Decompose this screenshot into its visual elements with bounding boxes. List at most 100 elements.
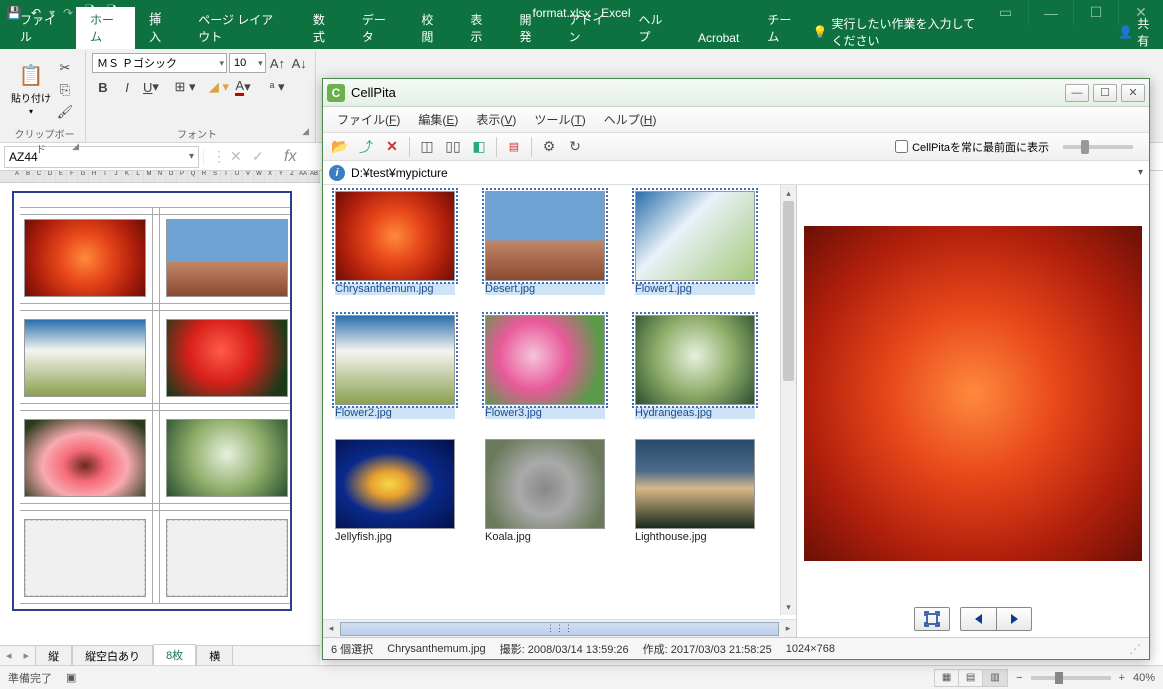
zoom-slider[interactable] [1031,676,1111,680]
tab-formulas[interactable]: 数式 [299,7,348,49]
current-path[interactable]: D:¥test¥mypicture [351,166,448,180]
thumb-size-slider[interactable] [1063,145,1133,149]
close-icon[interactable]: ✕ [1121,84,1145,102]
sheet-image-empty-7[interactable] [25,520,145,596]
thumbnail-item[interactable]: Koala.jpg [485,439,605,543]
tab-review[interactable]: 校閲 [407,7,456,49]
enter-icon[interactable]: ✓ [252,148,270,165]
fill-color-icon[interactable]: ◢ ▾ [208,77,230,97]
normal-view-icon[interactable]: ▦ [935,670,959,686]
font-name-combo[interactable]: ＭＳ Ｐゴシック▾ [92,53,227,73]
bold-button[interactable]: B [92,77,114,97]
sheet-tab[interactable]: 横 [196,645,233,665]
prev-button[interactable] [960,607,996,631]
scroll-up-icon[interactable]: ▴ [781,185,796,201]
sheet-image-5[interactable] [25,420,145,496]
tell-me-search[interactable]: 💡 実行したい作業を入力してください [813,15,983,49]
menu-help[interactable]: ヘルプ(H) [604,111,657,128]
layout-3-icon[interactable]: ◧ [468,136,490,158]
tab-insert[interactable]: 挿入 [135,7,184,49]
fx-icon[interactable]: fx [278,148,302,166]
cellpita-titlebar[interactable]: C CellPita — ☐ ✕ [323,79,1149,107]
scroll-thumb[interactable]: ⋮⋮⋮ [340,622,779,636]
zoom-level[interactable]: 40% [1133,672,1155,684]
parent-folder-icon[interactable]: ⤴ [355,136,377,158]
resize-grip-icon[interactable]: ⋰ [1129,642,1141,656]
always-on-top-checkbox[interactable] [895,140,908,153]
tab-data[interactable]: データ [348,7,408,49]
thumbnail-item[interactable]: Flower1.jpg [635,191,755,295]
cut-icon[interactable]: ✂ [54,58,76,78]
menu-view[interactable]: 表示(V) [476,111,516,128]
scroll-right-icon[interactable]: ▸ [780,623,796,634]
refresh-icon[interactable]: ↻ [564,136,586,158]
thumbnail-item[interactable]: Desert.jpg [485,191,605,295]
split-icon[interactable]: ⋮ [212,148,226,165]
phonetic-icon[interactable]: ᵃ ▾ [266,77,288,97]
copy-icon[interactable]: ⎘ [54,80,76,100]
worksheet-grid[interactable]: ABCDEFGHIJKLMNOPQRSTUVWXYZAAAB ◂ ▸ 縦 縦空白… [0,171,320,665]
sheet-image-3[interactable] [25,320,145,396]
sheet-tab[interactable]: 縦空白あり [72,645,153,665]
paste-button[interactable]: 📋 貼り付け ▾ [10,63,52,116]
horizontal-scrollbar[interactable]: ◂ ⋮⋮⋮ ▸ [323,619,796,637]
zoom-in-icon[interactable]: + [1119,672,1125,684]
vertical-scrollbar[interactable]: ▴ ▾ [780,185,796,615]
thumbnail-item[interactable]: Hydrangeas.jpg [635,315,755,419]
thumbnail-item[interactable]: Flower2.jpg [335,315,455,419]
next-button[interactable] [996,607,1032,631]
layout-1-icon[interactable]: ◫ [416,136,438,158]
fit-button[interactable] [914,607,950,631]
italic-button[interactable]: I [116,77,138,97]
border-icon[interactable]: ⊞ ▾ [174,77,196,97]
pdf-icon[interactable]: ▤ [503,136,525,158]
tab-file[interactable]: ファイル [6,7,76,49]
open-folder-icon[interactable]: 📂 [329,136,351,158]
underline-button[interactable]: U ▾ [140,77,162,97]
thumbnail-item[interactable]: Jellyfish.jpg [335,439,455,543]
cancel-icon[interactable]: ✕ [230,148,248,165]
tab-help[interactable]: ヘルプ [624,7,684,49]
menu-tool[interactable]: ツール(T) [534,111,585,128]
page-layout-view-icon[interactable]: ▤ [959,670,983,686]
sheet-tab[interactable]: 縦 [35,645,72,665]
layout-2-icon[interactable]: ▯▯ [442,136,464,158]
tab-view[interactable]: 表示 [456,7,505,49]
dialog-launcher-icon[interactable]: ◢ [72,141,79,152]
sheet-image-2[interactable] [167,220,287,296]
maximize-icon[interactable]: ☐ [1093,84,1117,102]
menu-edit[interactable]: 編集(E) [418,111,458,128]
sheet-image-empty-8[interactable] [167,520,287,596]
sheet-nav-last-icon[interactable]: ▸ [18,649,36,662]
tab-acrobat[interactable]: Acrobat [684,27,753,49]
tab-page-layout[interactable]: ページ レイアウト [184,7,299,49]
sheet-tab[interactable]: 8枚 [153,644,196,665]
sheet-image-1[interactable] [25,220,145,296]
name-box[interactable]: AZ44 ▾ [4,146,199,168]
macro-record-icon[interactable]: ▣ [66,671,76,684]
menu-file[interactable]: ファイル(F) [337,111,400,128]
page-break-view-icon[interactable]: ▥ [983,670,1007,686]
chevron-down-icon[interactable]: ▾ [189,151,194,162]
sheet-image-6[interactable] [167,420,287,496]
settings-icon[interactable]: ⚙ [538,136,560,158]
minimize-icon[interactable]: — [1065,84,1089,102]
thumbnail-item[interactable]: Flower3.jpg [485,315,605,419]
thumbnail-item[interactable]: Lighthouse.jpg [635,439,755,543]
tab-addins[interactable]: アドイン [554,7,624,49]
sheet-image-4[interactable] [167,320,287,396]
path-dropdown-icon[interactable]: ▾ [1138,167,1143,178]
sheet-nav-first-icon[interactable]: ◂ [0,649,18,662]
font-size-combo[interactable]: 10▾ [229,53,266,73]
delete-icon[interactable]: ✕ [381,136,403,158]
tab-developer[interactable]: 開発 [505,7,554,49]
share-button[interactable]: 👤 共有 [1118,15,1153,49]
format-painter-icon[interactable]: 🖌 [54,102,76,122]
scroll-left-icon[interactable]: ◂ [323,623,339,634]
font-color-icon[interactable]: A ▾ [232,77,254,97]
tab-home[interactable]: ホーム [76,7,135,49]
tab-team[interactable]: チーム [753,7,812,49]
decrease-font-icon[interactable]: A↓ [289,53,309,73]
increase-font-icon[interactable]: A↑ [268,53,288,73]
scroll-down-icon[interactable]: ▾ [781,599,796,615]
